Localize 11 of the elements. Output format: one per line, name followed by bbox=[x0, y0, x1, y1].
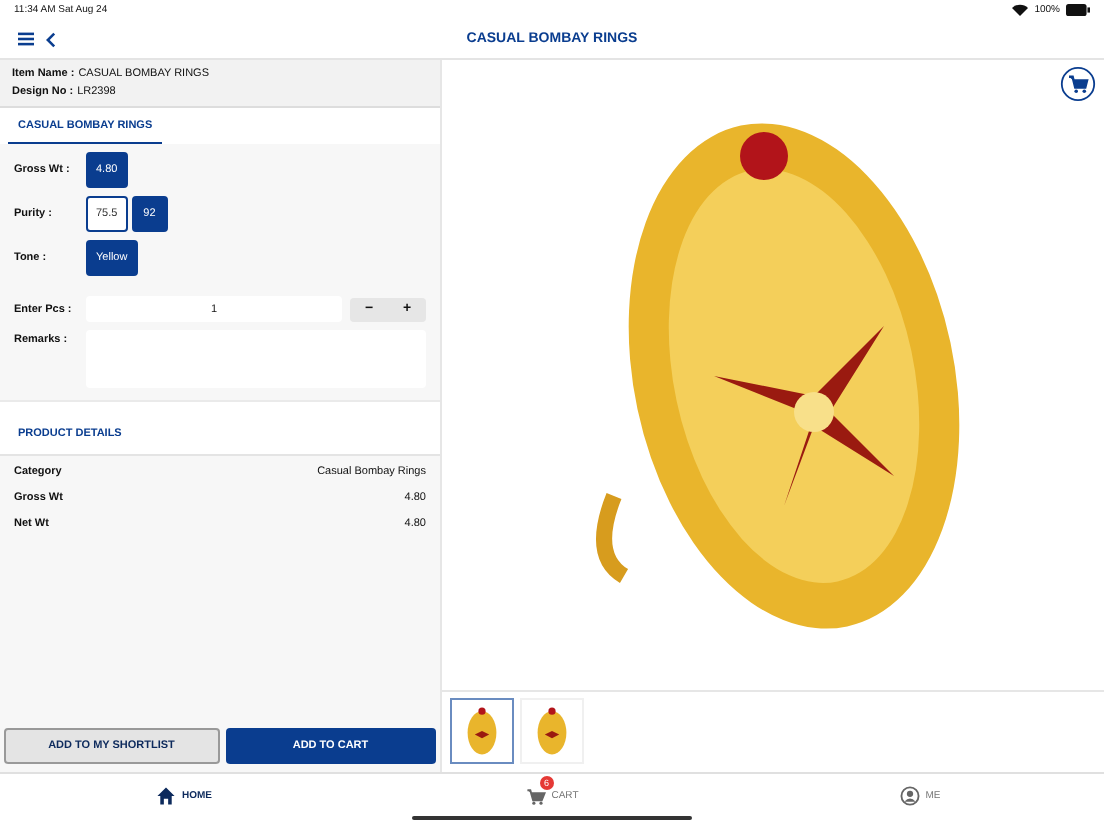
wifi-icon bbox=[1012, 4, 1029, 16]
battery-icon bbox=[1066, 4, 1090, 16]
cart-icon[interactable] bbox=[1060, 66, 1096, 102]
menu-icon[interactable] bbox=[18, 32, 34, 46]
profile-icon bbox=[899, 785, 920, 805]
back-icon[interactable] bbox=[46, 31, 56, 47]
cart-icon bbox=[525, 785, 546, 805]
ring-thumbnail-drawing bbox=[534, 704, 570, 758]
ring-thumbnail-drawing bbox=[464, 704, 500, 758]
home-icon bbox=[156, 785, 176, 805]
thumbnail[interactable] bbox=[450, 698, 514, 764]
